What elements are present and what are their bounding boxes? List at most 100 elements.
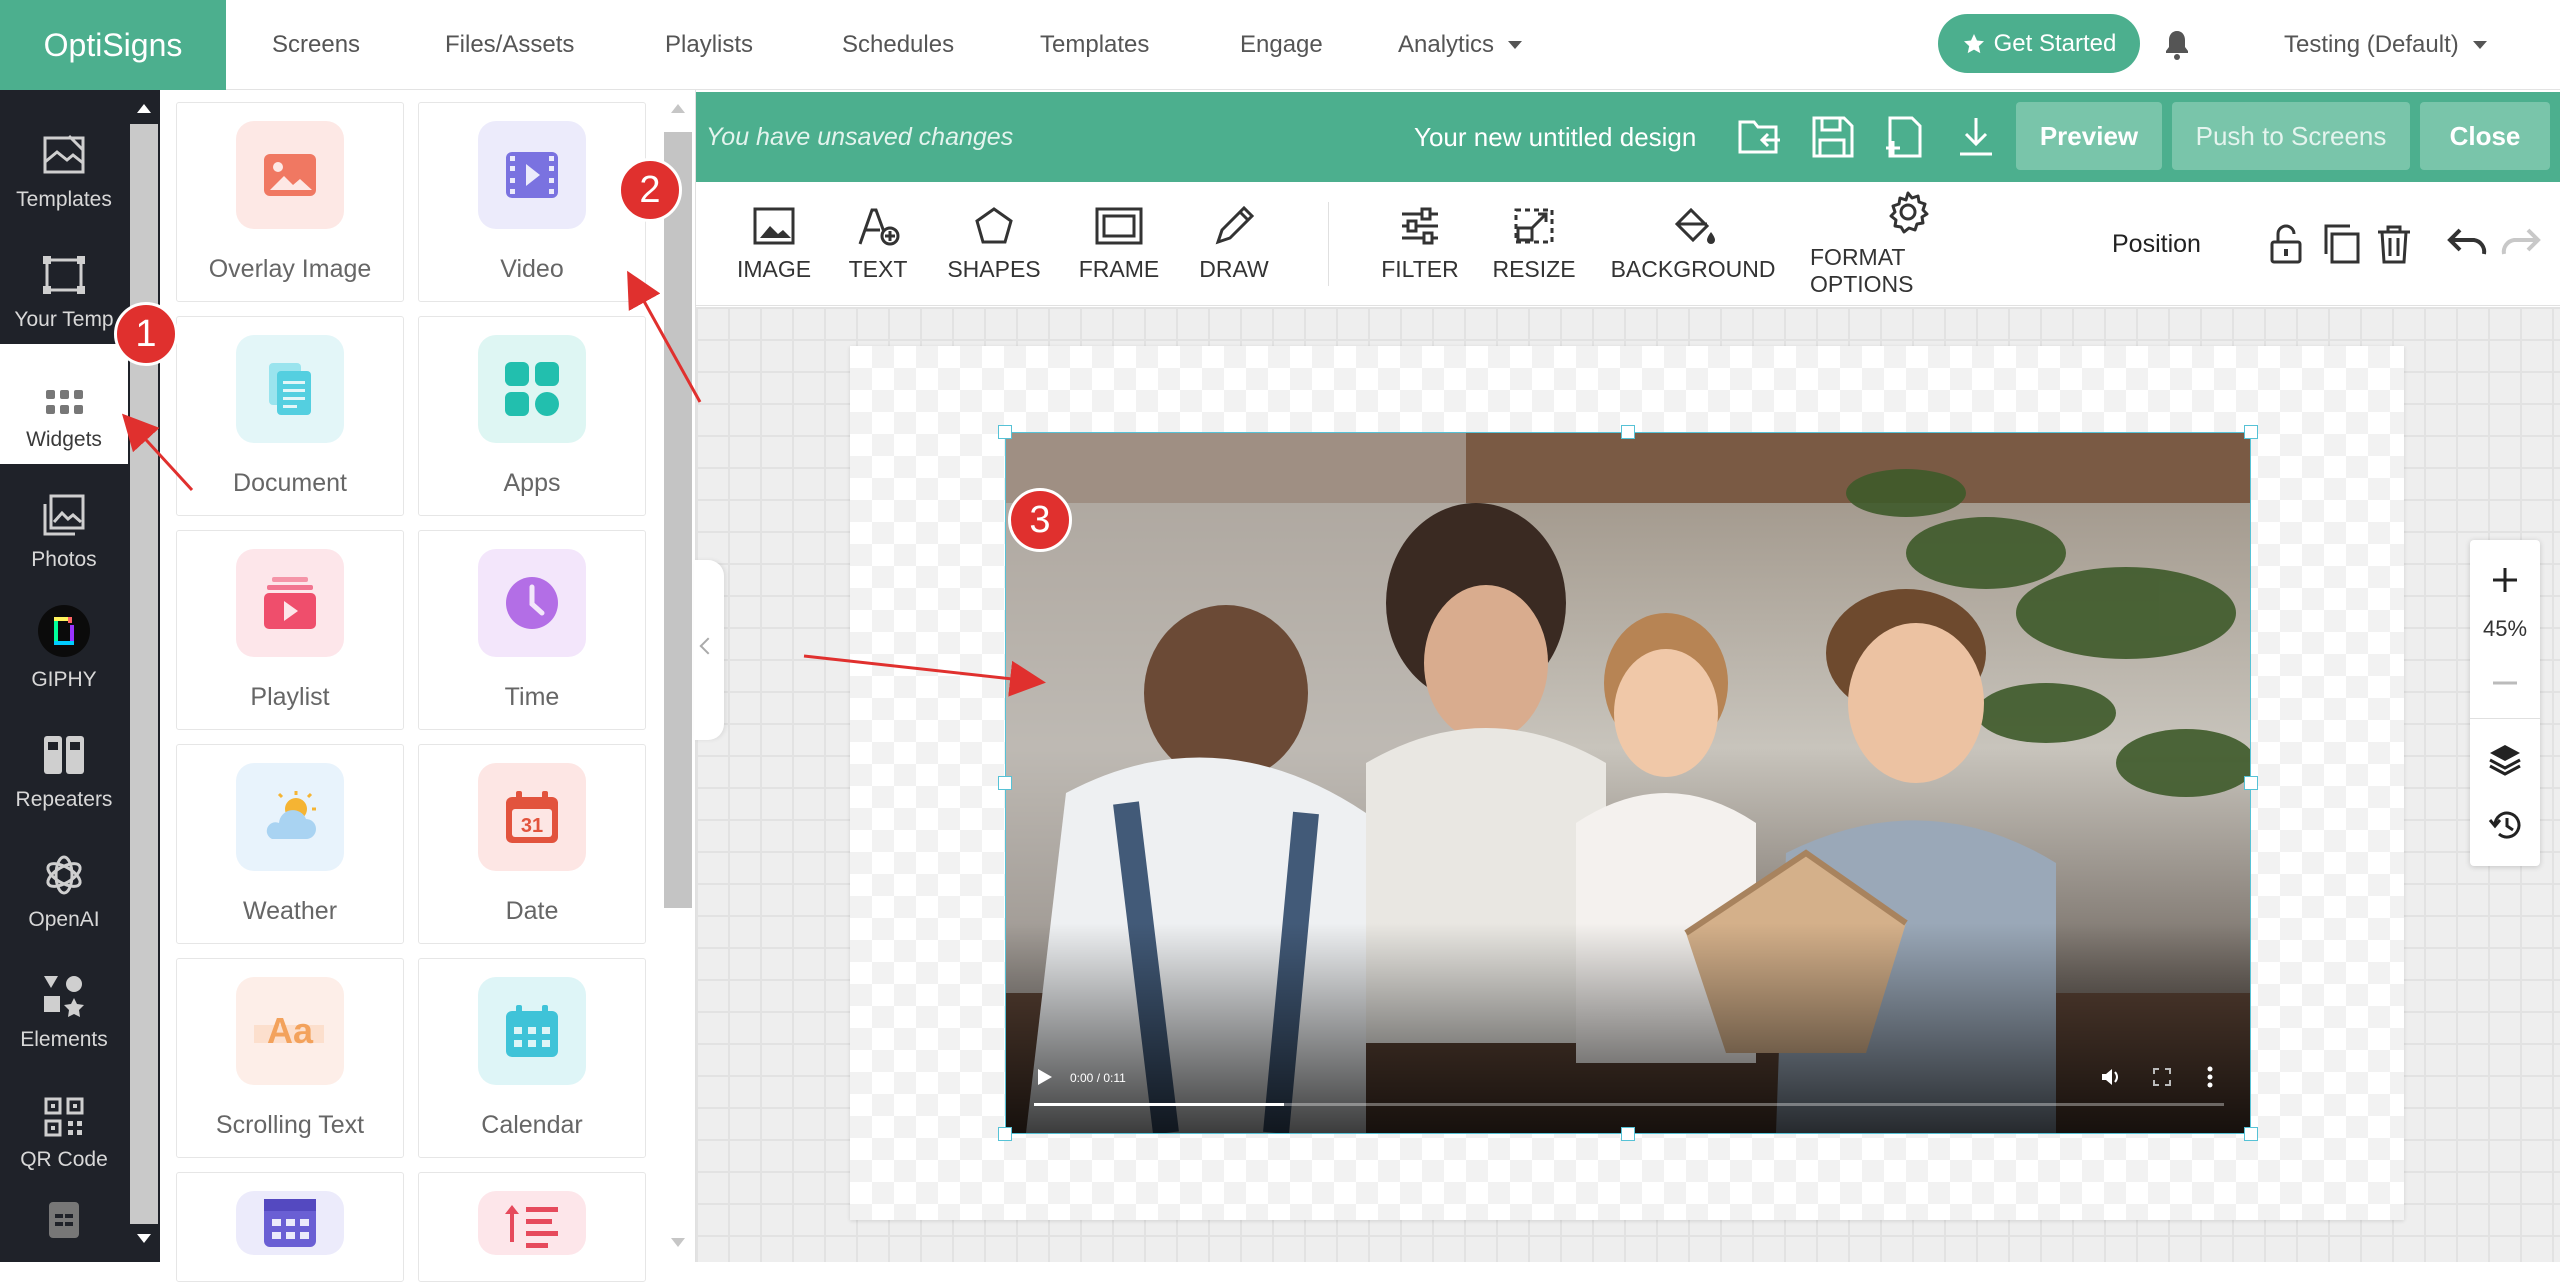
elements-icon — [44, 976, 84, 1017]
tool-filter[interactable]: FILTER — [1381, 182, 1459, 306]
tool-draw[interactable]: DRAW — [1196, 182, 1272, 306]
paint-bucket-icon — [1674, 207, 1715, 244]
save-as-icon[interactable] — [1880, 114, 1928, 160]
resize-handle-top-right[interactable] — [2244, 425, 2258, 439]
video-controls: 0:00 / 0:11 — [1006, 1053, 2250, 1133]
more-vertical-icon[interactable] — [2206, 1065, 2214, 1089]
sidebar-scrollbar[interactable] — [128, 90, 160, 1262]
close-button[interactable]: Close — [2420, 102, 2550, 170]
sidebar-item-your-templates[interactable]: Your Temp — [0, 224, 128, 344]
layers-icon — [2489, 745, 2521, 776]
sidebar-item-elements[interactable]: Elements — [0, 944, 128, 1064]
widget-tile-scrolling-text[interactable]: Aa Scrolling Text — [176, 958, 404, 1158]
tool-background[interactable]: BACKGROUND — [1611, 182, 1775, 306]
preview-button[interactable]: Preview — [2016, 102, 2162, 170]
sidebar-item-qr-code[interactable]: QR Code — [0, 1064, 128, 1184]
zoom-in-button[interactable] — [2470, 560, 2540, 600]
save-icon[interactable] — [1808, 114, 1856, 160]
collapse-panel-toggle[interactable] — [694, 560, 724, 740]
layers-button[interactable] — [2470, 734, 2540, 784]
widget-tile-playlist[interactable]: Playlist — [176, 530, 404, 730]
scroll-up-icon[interactable] — [137, 104, 151, 113]
volume-icon[interactable] — [2100, 1067, 2122, 1087]
widget-tile-date[interactable]: 31 Date — [418, 744, 646, 944]
tool-frame[interactable]: FRAME — [1078, 182, 1160, 306]
widget-label: Overlay Image — [208, 255, 372, 283]
scroll-up-icon[interactable] — [671, 104, 685, 113]
widget-tile-time[interactable]: Time — [418, 530, 646, 730]
sidebar-item-templates[interactable]: Templates — [0, 104, 128, 224]
unlock-icon[interactable] — [2264, 222, 2308, 266]
scroll-down-icon[interactable] — [137, 1234, 151, 1243]
scrollbar-thumb[interactable] — [664, 132, 692, 908]
time-icon — [506, 577, 558, 629]
widget-tile-calendar[interactable]: Calendar — [418, 958, 646, 1158]
resize-handle-bottom-left[interactable] — [998, 1127, 1012, 1141]
resize-handle-bottom-right[interactable] — [2244, 1127, 2258, 1141]
widget-label: Apps — [503, 469, 561, 497]
duplicate-icon[interactable] — [2318, 222, 2362, 266]
fullscreen-icon[interactable] — [2152, 1067, 2172, 1087]
nav-files-assets[interactable]: Files/Assets — [445, 0, 574, 90]
nav-analytics-dropdown[interactable]: Analytics — [1398, 0, 1523, 90]
gear-icon — [1889, 191, 1929, 234]
play-icon[interactable] — [1034, 1067, 1054, 1087]
resize-handle-top[interactable] — [1621, 425, 1635, 439]
resize-handle-bottom[interactable] — [1621, 1127, 1635, 1141]
tool-label: FORMAT OPTIONS — [1810, 244, 1914, 297]
widget-tile-document[interactable]: Document — [176, 316, 404, 516]
position-button[interactable]: Position — [2112, 182, 2201, 306]
nav-schedules[interactable]: Schedules — [842, 0, 954, 90]
widgets-scrollbar[interactable] — [662, 90, 694, 1262]
video-icon — [506, 152, 558, 198]
tool-resize[interactable]: RESIZE — [1492, 182, 1576, 306]
nav-playlists[interactable]: Playlists — [665, 0, 753, 90]
tool-text[interactable]: TEXT — [842, 182, 914, 306]
widget-tile-table[interactable] — [176, 1172, 404, 1282]
download-icon[interactable] — [1952, 114, 2000, 160]
get-started-button[interactable]: Get Started — [1938, 14, 2140, 73]
scroll-down-icon[interactable] — [671, 1238, 685, 1247]
history-button[interactable] — [2470, 800, 2540, 850]
table-icon — [49, 1202, 79, 1238]
sidebar-item-giphy[interactable]: GIPHY — [0, 584, 128, 704]
sidebar-item-openai[interactable]: OpenAI — [0, 824, 128, 944]
widget-tile-video[interactable]: Video — [418, 102, 646, 302]
resize-handle-top-left[interactable] — [998, 425, 1012, 439]
zoom-panel: 45% — [2470, 540, 2540, 866]
resize-handle-left[interactable] — [998, 776, 1012, 790]
video-progress-bar[interactable] — [1034, 1103, 2224, 1106]
widget-tile-overlay-image[interactable]: Overlay Image — [176, 102, 404, 302]
tool-shapes[interactable]: SHAPES — [946, 182, 1042, 306]
nav-screens[interactable]: Screens — [272, 0, 360, 90]
nav-templates[interactable]: Templates — [1040, 0, 1149, 90]
scrollbar-track[interactable] — [130, 124, 158, 1224]
tool-format-options[interactable]: FORMAT OPTIONS — [1810, 182, 2006, 306]
widget-tile-apps[interactable]: Apps — [418, 316, 646, 516]
notifications-bell-icon[interactable] — [2162, 28, 2192, 62]
zoom-out-button[interactable] — [2470, 668, 2540, 698]
sidebar-item-photos[interactable]: Photos — [0, 464, 128, 584]
undo-icon[interactable] — [2446, 222, 2490, 266]
delete-trash-icon[interactable] — [2372, 222, 2416, 266]
brand-logo[interactable]: OptiSigns — [0, 0, 226, 90]
design-name[interactable]: Your new untitled design — [1414, 92, 1696, 182]
table-icon — [264, 1199, 316, 1247]
widget-tile-sort-list[interactable] — [418, 1172, 646, 1282]
account-dropdown[interactable]: Testing (Default) — [2284, 0, 2487, 90]
redo-icon[interactable] — [2498, 222, 2542, 266]
sidebar-item-repeaters[interactable]: Repeaters — [0, 704, 128, 824]
push-to-screens-button[interactable]: Push to Screens — [2172, 102, 2410, 170]
video-element[interactable]: 0:00 / 0:11 — [1006, 433, 2250, 1133]
tool-image[interactable]: IMAGE — [736, 182, 812, 306]
widget-icon-bg — [478, 1191, 586, 1255]
sidebar-item-widgets[interactable]: Widgets — [0, 344, 128, 464]
open-folder-icon[interactable] — [1736, 114, 1784, 160]
widget-icon-bg — [478, 121, 586, 229]
resize-handle-right[interactable] — [2244, 776, 2258, 790]
widget-tile-weather[interactable]: Weather — [176, 744, 404, 944]
svg-text:31: 31 — [521, 815, 543, 837]
nav-engage[interactable]: Engage — [1240, 0, 1323, 90]
widget-label: Weather — [242, 897, 338, 925]
sidebar-item-more[interactable] — [0, 1184, 128, 1262]
